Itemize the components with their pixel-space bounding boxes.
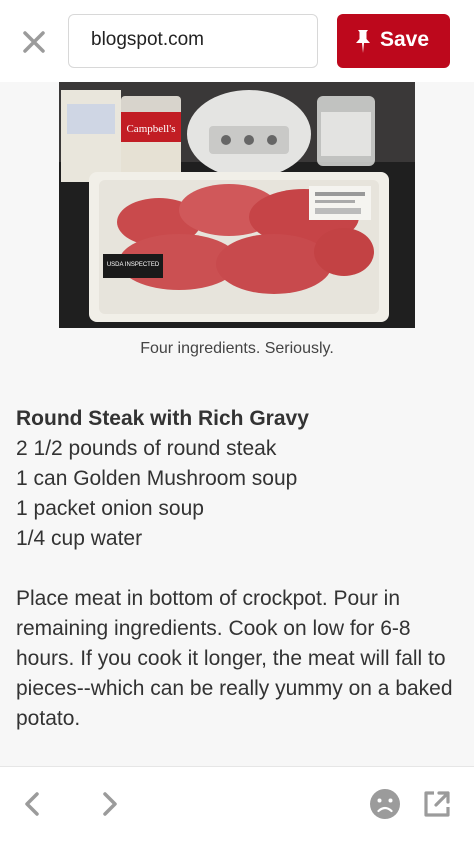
url-text: blogspot.com xyxy=(91,29,205,50)
url-field[interactable]: blogspot.com xyxy=(68,14,318,68)
sad-face-icon[interactable] xyxy=(368,787,402,821)
top-toolbar: blogspot.com Save xyxy=(0,0,474,82)
recipe-title: Round Steak with Rich Gravy xyxy=(16,407,309,430)
ingredient-item: 2 1/2 pounds of round steak xyxy=(16,437,277,460)
image-caption: Four ingredients. Seriously. xyxy=(140,340,334,357)
save-button[interactable]: Save xyxy=(337,14,450,68)
can-label: Campbell's xyxy=(126,123,175,135)
recipe-photo[interactable]: Campbell's USDA INSPECTED xyxy=(59,82,415,328)
ingredient-item: 1/4 cup water xyxy=(16,527,143,550)
external-link-icon[interactable] xyxy=(420,787,454,821)
chevron-left-icon[interactable] xyxy=(16,787,50,821)
pin-icon xyxy=(356,30,370,53)
ingredient-item: 1 packet onion soup xyxy=(16,497,204,520)
close-icon[interactable] xyxy=(18,26,50,58)
package-label: USDA INSPECTED xyxy=(107,262,160,268)
recipe-block: Round Steak with Rich Gravy 2 1/2 pounds… xyxy=(16,404,461,554)
pin-content: Campbell's USDA INSPECTED Four ingredien… xyxy=(0,82,474,766)
save-button-label: Save xyxy=(380,28,430,51)
chevron-right-icon[interactable] xyxy=(92,787,126,821)
ingredient-item: 1 can Golden Mushroom soup xyxy=(16,467,298,490)
bottom-toolbar xyxy=(0,766,474,841)
recipe-instructions: Place meat in bottom of crockpot. Pour i… xyxy=(16,587,453,730)
